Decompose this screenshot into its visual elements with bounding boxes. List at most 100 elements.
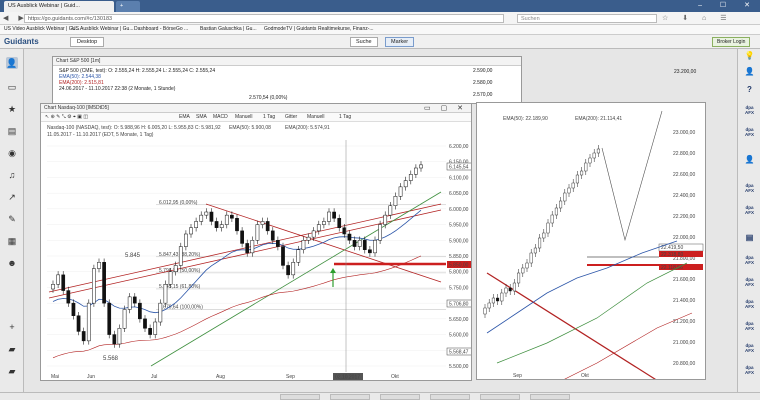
dpa-afx-icon[interactable]: dpa AFX: [742, 365, 757, 375]
right-candle-body: [596, 148, 600, 154]
dpa-afx-icon[interactable]: dpa AFX: [742, 255, 757, 265]
candle-body: [194, 221, 198, 228]
window-controls[interactable]: ‒ ☐ ✕: [698, 1, 758, 9]
avatar[interactable]: 👤: [742, 156, 757, 164]
right-ytick: 21.400,00: [673, 298, 695, 304]
candle-body: [71, 302, 76, 316]
grid-icon[interactable]: ▦: [6, 235, 18, 247]
nasdaq-xtick: Mai: [51, 374, 59, 380]
candle-body: [368, 249, 372, 254]
avatar[interactable]: 👤: [6, 57, 18, 69]
right-candle-body: [512, 282, 516, 292]
right-candle-body: [588, 157, 592, 164]
toolbar-manuell-2[interactable]: Manuell: [307, 114, 325, 120]
bookmark-item[interactable]: US Video Ausblick Webinar | Gu...: [4, 26, 80, 32]
bookmark-item[interactable]: Realtimekurse, Finanz-...: [318, 26, 374, 32]
dpa-afx-icon[interactable]: dpa AFX: [742, 343, 757, 353]
document-icon[interactable]: ▤: [742, 234, 757, 242]
bookmark-item[interactable]: Bastian Galuschka | Gu...: [200, 26, 257, 32]
candle-body: [398, 186, 403, 197]
bookmark-item[interactable]: US Ausblick Webinar | Gu...: [72, 26, 134, 32]
toolbar-sma[interactable]: SMA: [196, 114, 207, 120]
star-icon[interactable]: ★: [6, 103, 18, 115]
sp500-ytick: 2.570,00: [473, 92, 493, 98]
people-icon[interactable]: ☻: [6, 257, 18, 269]
browser-search-field[interactable]: Suchen: [517, 14, 657, 23]
candle-body: [117, 328, 122, 345]
nasdaq-xtick: Jun: [87, 374, 95, 380]
url-field[interactable]: https://go.guidants.com/#c/130183: [24, 14, 504, 23]
dpa-afx-icon[interactable]: dpa AFX: [742, 299, 757, 309]
candle-body: [66, 290, 71, 304]
broker-login-button[interactable]: Broker Login: [712, 37, 751, 47]
candle-body: [148, 328, 152, 335]
bookmark-item[interactable]: GodmodeTV | Guidants: [264, 26, 316, 32]
folder-icon[interactable]: ▰: [6, 343, 18, 355]
desktop-button[interactable]: Desktop: [70, 37, 105, 47]
right-price-tag: 22.419,50: [661, 245, 683, 251]
status-item[interactable]: [330, 394, 370, 400]
toolbar-ema[interactable]: EMA: [179, 114, 190, 120]
candle-body: [322, 221, 326, 225]
toolbar-manuell[interactable]: Manuell: [235, 114, 253, 120]
sp500-chart-window[interactable]: Chart S&P 500 [1m] S&P 500 (CME, test): …: [52, 56, 522, 104]
folder-icon[interactable]: ▰: [6, 365, 18, 377]
marker-button[interactable]: Marker: [385, 37, 415, 47]
candle-body: [178, 246, 183, 266]
dpa-afx-icon[interactable]: dpa AFX: [742, 277, 757, 287]
right-candle-body: [521, 267, 525, 274]
lightbulb-icon[interactable]: 💡: [742, 52, 757, 60]
bookmark-item[interactable]: Dashboard - BörseGo ...: [134, 26, 188, 32]
monitor-icon[interactable]: ▭: [6, 81, 18, 93]
nasdaq-xtick: Jul: [151, 374, 157, 380]
nasdaq-chart-window[interactable]: Chart Nasdaq-100 [IM5DtD5] ▭ ▢ ✕ ↖ ⊕ ✎ ⤡…: [40, 103, 472, 381]
browser-toolbar-icons[interactable]: ☆ ⬇ ⌂ ☰: [662, 14, 732, 22]
suche-button[interactable]: Suche: [350, 37, 378, 47]
status-item[interactable]: [430, 394, 470, 400]
browser-url-bar: ◀ ▶ https://go.guidants.com/#c/130183 Su…: [0, 12, 760, 25]
right-candle-body: [546, 222, 550, 234]
add-icon[interactable]: +: [6, 321, 18, 333]
nasdaq-xtick: Sep: [286, 374, 295, 380]
news-icon[interactable]: ▤: [6, 125, 18, 137]
toolbar-tools[interactable]: ↖ ⊕ ✎ ⤡ ⚙ ⌖ ▣ ◫: [45, 114, 88, 120]
candle-body: [265, 221, 270, 232]
bookmarks-bar: US Video Ausblick Webinar | Gu... US Aus…: [0, 25, 760, 35]
right-candle-body: [483, 307, 487, 315]
right-candle-body: [525, 262, 529, 269]
price-tag-red-text: 5.850,00: [449, 263, 469, 269]
candle-body: [204, 211, 209, 216]
dpa-afx-icon[interactable]: dpa AFX: [742, 105, 757, 115]
right-chart-window[interactable]: EMA(50): 22.189,90 EMA(200): 21.114,41 2…: [476, 102, 706, 380]
dpa-afx-icon[interactable]: dpa AFX: [742, 205, 757, 215]
toolbar-macd[interactable]: MACD: [213, 114, 228, 120]
chart-icon[interactable]: ↗: [6, 191, 18, 203]
dpa-afx-icon[interactable]: dpa AFX: [742, 183, 757, 193]
nasdaq-ytick: 6.000,00: [449, 207, 469, 213]
status-item[interactable]: [280, 394, 320, 400]
window-buttons[interactable]: ▭ ▢ ✕: [424, 104, 467, 112]
right-candle-body: [571, 182, 575, 189]
help-icon[interactable]: ?: [742, 86, 757, 94]
pencil-icon[interactable]: ✎: [6, 213, 18, 225]
user-icon[interactable]: 👤: [742, 68, 757, 76]
dpa-afx-icon[interactable]: dpa AFX: [742, 127, 757, 137]
nasdaq-legend-ema50: EMA(50): 5.900,08: [229, 125, 271, 131]
status-item[interactable]: [480, 394, 520, 400]
candle-body: [332, 211, 336, 219]
candle-body: [301, 240, 306, 250]
bell-icon[interactable]: ♫: [6, 169, 18, 181]
right-candle-body: [496, 297, 500, 302]
nasdaq-chart-svg[interactable]: 6.200,006.150,006.100,006.050,006.000,00…: [41, 122, 472, 381]
status-item[interactable]: [380, 394, 420, 400]
candle-body: [362, 240, 367, 250]
dpa-afx-icon[interactable]: dpa AFX: [742, 321, 757, 331]
candle-body: [112, 334, 117, 345]
toolbar-gitter[interactable]: Gitter: [285, 114, 297, 120]
browser-tab-active[interactable]: US Ausblick Webinar | Guid...: [4, 1, 114, 12]
eye-icon[interactable]: ◉: [6, 147, 18, 159]
toolbar-period-2[interactable]: 1 Tag: [339, 114, 351, 120]
toolbar-period[interactable]: 1 Tag: [263, 114, 275, 120]
new-tab-button[interactable]: +: [116, 1, 140, 12]
status-item[interactable]: [530, 394, 570, 400]
